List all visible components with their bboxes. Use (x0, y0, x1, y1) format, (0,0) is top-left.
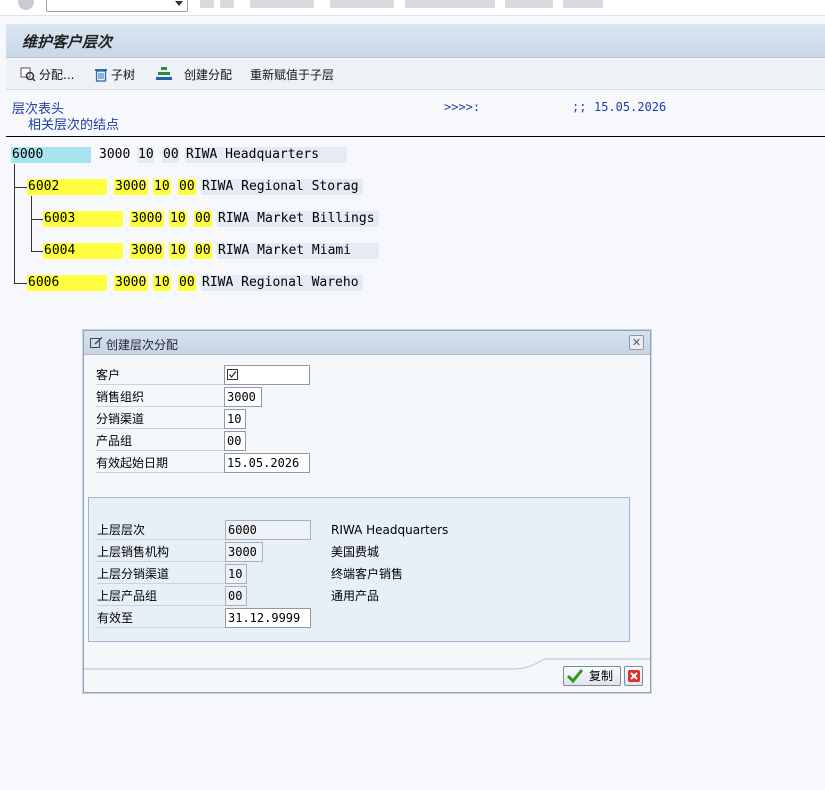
distribution-channel: 10 (153, 179, 171, 195)
higher-org-field: 3000 (225, 542, 263, 562)
header-date: 15.05.2026 (594, 100, 667, 114)
higher-channel-field: 10 (225, 564, 247, 584)
customer-number[interactable]: 6004 (43, 243, 123, 259)
division: 00 (178, 275, 196, 291)
related-nodes-label: 相关层次的结点 (28, 118, 120, 133)
higher-level-label: 上层层次 (97, 520, 225, 540)
back-nav-icon[interactable] (200, 0, 214, 8)
division: 00 (178, 179, 196, 195)
trash-icon (95, 68, 107, 82)
customer-name: RIWA Market Billings (217, 211, 379, 227)
print-find-icons[interactable] (330, 0, 394, 8)
sales-org: 3000 (114, 179, 148, 195)
cancel-x-icon (627, 670, 640, 682)
hierarchy-header: 层次表头 相关层次的结点 >>>>: ;; 15.05.2026 (6, 93, 825, 137)
close-icon[interactable]: ✕ (629, 335, 644, 350)
create-assignment-button[interactable]: 创建分配 (156, 66, 232, 82)
higher-division-field: 00 (225, 586, 247, 606)
valid-from-label: 有效起始日期 (96, 453, 224, 473)
channel-label: 分销渠道 (96, 409, 224, 429)
division-label: 产品组 (96, 431, 224, 451)
distribution-channel: 10 (137, 147, 154, 163)
save-icon[interactable] (220, 0, 234, 8)
higher-channel-label: 上层分销渠道 (97, 564, 225, 584)
copy-button[interactable]: 复制 (563, 666, 621, 686)
customer-number[interactable]: 6000 (11, 147, 91, 163)
cancel-button[interactable] (624, 666, 643, 686)
create-assignment-dialog: 创建层次分配 ✕ 客户 销售组织 3000 分销渠道 10 产品组 00 有效起… (83, 330, 651, 693)
higher-level-field: 6000 (225, 520, 311, 540)
session-icons[interactable] (505, 0, 553, 8)
enter-icon[interactable] (18, 0, 34, 10)
tree-line (31, 251, 43, 252)
system-toolbar (0, 0, 825, 16)
assign-button[interactable]: 分配... (20, 66, 74, 82)
distribution-channel: 10 (169, 243, 187, 259)
valid-to-label: 有效至 (97, 608, 225, 628)
valid-to-input[interactable]: 31.12.9999 (225, 608, 311, 628)
hierarchy-create-icon (156, 67, 172, 80)
higher-org-label: 上层销售机构 (97, 542, 225, 562)
application-toolbar: 分配... 子树 创建分配 重新赋值于子层 (6, 59, 825, 90)
title-bar: 维护客户层次 (6, 24, 825, 58)
reassign-subnodes-button[interactable]: 重新赋值于子层 (250, 66, 334, 82)
dialog-edit-icon (90, 337, 103, 348)
page-scroll-icons[interactable] (405, 0, 495, 8)
subtree-button[interactable]: 子树 (94, 66, 135, 82)
checkbox-icon (227, 369, 238, 380)
higher-level-desc: RIWA Headquarters (331, 523, 449, 537)
tree-line (14, 187, 27, 188)
higher-division-desc: 通用产品 (331, 589, 380, 603)
channel-input[interactable]: 10 (224, 409, 246, 429)
checkmark-icon (567, 669, 583, 683)
tree-line (31, 196, 32, 251)
page-title: 维护客户层次 (22, 33, 113, 51)
header-separator: ;; (572, 100, 587, 114)
tree-line (31, 219, 43, 220)
higher-channel-desc: 终端客户销售 (331, 567, 404, 581)
customer-name: RIWA Headquarters (185, 147, 347, 163)
customer-number[interactable]: 6003 (43, 211, 123, 227)
dialog-title: 创建层次分配 (106, 338, 179, 352)
sales-org: 3000 (99, 147, 131, 162)
division: 00 (162, 147, 179, 163)
sales-org-input[interactable]: 3000 (224, 387, 262, 407)
division: 00 (194, 211, 212, 227)
customer-name: RIWA Regional Wareho (201, 275, 363, 291)
customer-name: RIWA Regional Storag (201, 179, 363, 195)
distribution-channel: 10 (153, 275, 171, 291)
header-arrows: >>>>: (444, 100, 481, 114)
valid-from-input[interactable]: 15.05.2026 (224, 453, 310, 473)
sales-org: 3000 (130, 211, 164, 227)
sales-org: 3000 (130, 243, 164, 259)
sales-org-label: 销售组织 (96, 387, 224, 407)
customer-label: 客户 (96, 365, 224, 385)
division: 00 (194, 243, 212, 259)
sales-org: 3000 (114, 275, 148, 291)
higher-org-desc: 美国费城 (331, 545, 380, 559)
division-input[interactable]: 00 (224, 431, 246, 451)
customer-input[interactable] (224, 365, 310, 385)
tree-line (14, 164, 15, 283)
higher-level-group: 上层层次 6000 RIWA Headquarters 上层销售机构 3000 … (88, 497, 630, 642)
dialog-title-bar[interactable]: 创建层次分配 ✕ (84, 331, 650, 355)
navigation-icons[interactable] (250, 0, 314, 8)
customer-name: RIWA Market Miami (217, 243, 379, 259)
distribution-channel: 10 (169, 211, 187, 227)
higher-division-label: 上层产品组 (97, 586, 225, 606)
tree-line (14, 283, 27, 284)
customer-number[interactable]: 6002 (27, 179, 107, 195)
customer-number[interactable]: 6006 (27, 275, 107, 291)
help-icon[interactable] (563, 0, 603, 8)
assign-icon (20, 67, 36, 81)
command-field[interactable] (46, 0, 188, 12)
